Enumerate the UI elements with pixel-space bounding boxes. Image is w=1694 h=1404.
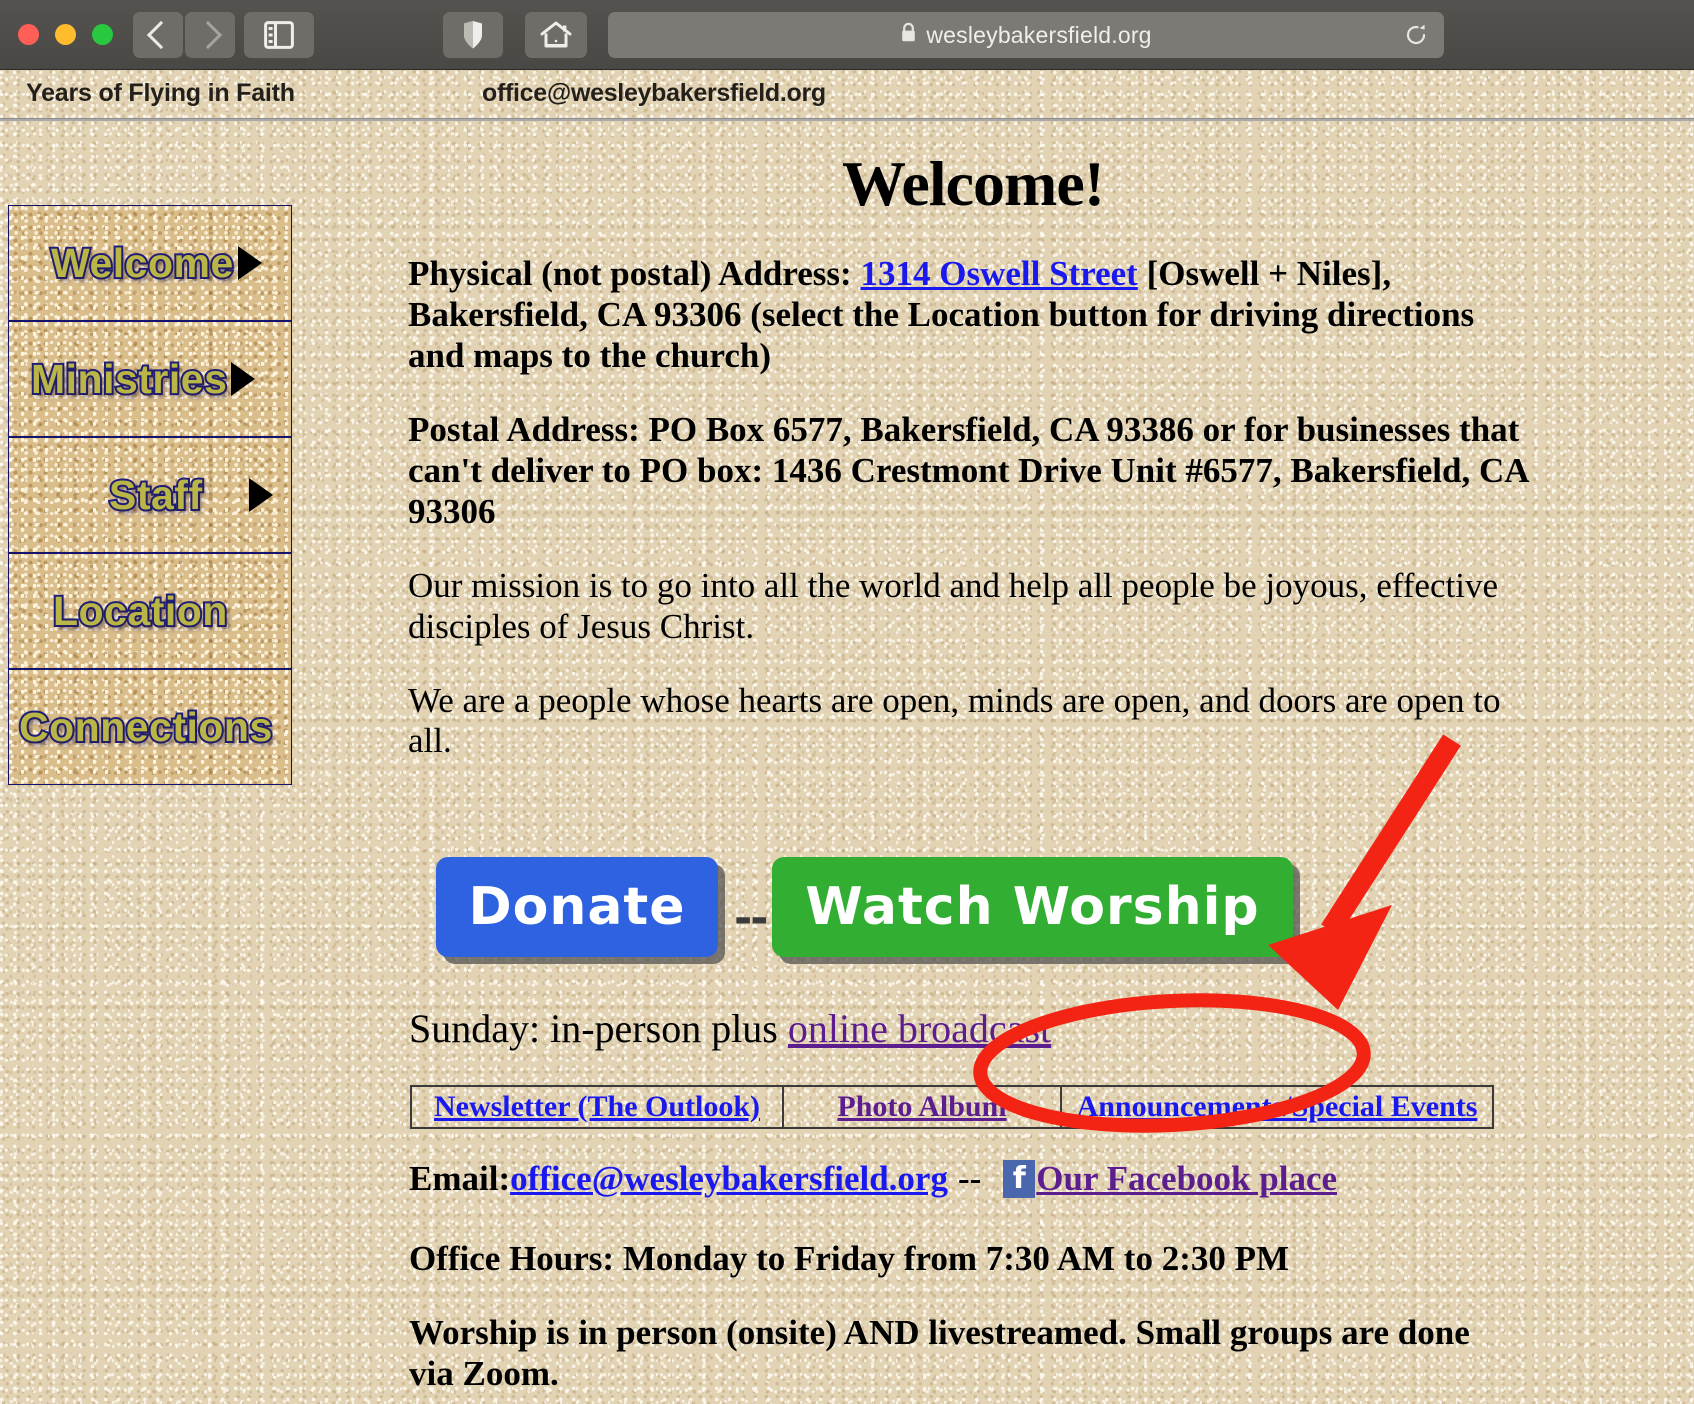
office-hours-text: Office Hours: Monday to Friday from 7:30… bbox=[409, 1239, 1290, 1278]
table-cell-photo-album[interactable]: Photo Album bbox=[784, 1087, 1062, 1127]
physical-address-paragraph: Physical (not postal) Address: 1314 Oswe… bbox=[408, 254, 1538, 377]
sidebar-item-label: Ministries bbox=[29, 354, 229, 404]
main-column: Welcome! Physical (not postal) Address: … bbox=[408, 121, 1538, 762]
open-statement-paragraph: We are a people whose hearts are open, m… bbox=[408, 680, 1501, 761]
triangle-right-icon bbox=[237, 246, 262, 280]
facebook-place-link[interactable]: Our Facebook place bbox=[1036, 1159, 1337, 1199]
address-bar[interactable]: wesleybakersfield.org bbox=[608, 12, 1444, 58]
table-cell-announcements[interactable]: Announcements/Special Events bbox=[1062, 1087, 1492, 1127]
photo-album-link[interactable]: Photo Album bbox=[837, 1090, 1006, 1124]
browser-toolbar: wesleybakersfield.org bbox=[0, 0, 1694, 70]
url-text: wesleybakersfield.org bbox=[926, 21, 1152, 48]
postal-address-paragraph: Postal Address: PO Box 6577, Bakersfield… bbox=[408, 409, 1528, 531]
reload-icon bbox=[1406, 24, 1426, 45]
page-content: Welcome Ministries Staff Location Connec… bbox=[0, 121, 1694, 1404]
sunday-prefix: Sunday: in-person plus bbox=[409, 1006, 788, 1051]
email-row-separator: -- bbox=[957, 1159, 982, 1198]
worship-note-text: Worship is in person (onsite) AND livest… bbox=[409, 1313, 1470, 1393]
sidebar-item-label: Staff bbox=[107, 470, 204, 520]
shield-icon bbox=[464, 21, 482, 49]
email-row: Email: office@wesleybakersfield.org -- f… bbox=[409, 1159, 1337, 1199]
web-page: Years of Flying in Faith office@wesleyba… bbox=[0, 70, 1694, 1404]
chevron-right-icon bbox=[193, 20, 222, 50]
office-email-link[interactable]: office@wesleybakersfield.org bbox=[510, 1159, 948, 1199]
physical-address-prefix: Physical (not postal) Address: bbox=[408, 254, 861, 293]
sidebar-icon bbox=[264, 21, 294, 49]
action-button-row: Donate Watch Worship bbox=[436, 857, 1293, 957]
sidebar-item-label: Connections bbox=[17, 702, 274, 752]
privacy-report-button[interactable] bbox=[443, 12, 503, 58]
chevron-left-icon bbox=[146, 20, 175, 50]
facebook-icon: f bbox=[1003, 1160, 1036, 1198]
sidebar-item-location[interactable]: Location bbox=[9, 554, 291, 670]
sidebar-item-staff[interactable]: Staff bbox=[9, 438, 291, 554]
donate-button[interactable]: Donate bbox=[436, 857, 718, 957]
home-icon bbox=[540, 21, 572, 48]
quick-links-table: Newsletter (The Outlook) Photo Album Ann… bbox=[410, 1085, 1494, 1129]
announcements-link[interactable]: Announcements/Special Events bbox=[1077, 1090, 1478, 1124]
sidebar-item-welcome[interactable]: Welcome bbox=[9, 206, 291, 322]
sidebar-item-connections[interactable]: Connections bbox=[9, 670, 291, 784]
sidebar-item-ministries[interactable]: Ministries bbox=[9, 322, 291, 438]
site-header-strip: Years of Flying in Faith office@wesleyba… bbox=[0, 70, 1694, 118]
home-button[interactable] bbox=[525, 12, 587, 58]
lock-icon bbox=[900, 22, 917, 48]
site-header-email: office@wesleybakersfield.org bbox=[482, 79, 826, 107]
back-button[interactable] bbox=[133, 12, 183, 58]
site-tagline: Years of Flying in Faith bbox=[26, 79, 295, 107]
button-separator: -- bbox=[734, 893, 769, 944]
reload-button[interactable] bbox=[1404, 23, 1428, 47]
maximize-window-button[interactable] bbox=[92, 24, 113, 45]
sunday-service-line: Sunday: in-person plus online broadcast bbox=[409, 1005, 1051, 1052]
mission-paragraph: Our mission is to go into all the world … bbox=[408, 565, 1498, 646]
triangle-right-icon bbox=[248, 478, 273, 512]
window-traffic-lights bbox=[18, 24, 113, 45]
watch-worship-button[interactable]: Watch Worship bbox=[772, 857, 1293, 957]
sidebar-item-label: Location bbox=[51, 586, 229, 636]
sidebar-toggle-button[interactable] bbox=[244, 12, 314, 58]
page-title: Welcome! bbox=[841, 148, 1105, 219]
sidebar-item-label: Welcome bbox=[49, 238, 235, 288]
online-broadcast-link[interactable]: online broadcast bbox=[788, 1006, 1051, 1051]
minimize-window-button[interactable] bbox=[55, 24, 76, 45]
newsletter-link[interactable]: Newsletter (The Outlook) bbox=[434, 1090, 760, 1124]
forward-button[interactable] bbox=[185, 12, 235, 58]
email-label: Email: bbox=[409, 1159, 511, 1198]
triangle-right-icon bbox=[231, 362, 256, 396]
table-cell-newsletter[interactable]: Newsletter (The Outlook) bbox=[412, 1087, 784, 1127]
close-window-button[interactable] bbox=[18, 24, 39, 45]
sidebar-nav: Welcome Ministries Staff Location Connec… bbox=[8, 205, 292, 785]
oswell-street-link[interactable]: 1314 Oswell Street bbox=[860, 254, 1137, 293]
